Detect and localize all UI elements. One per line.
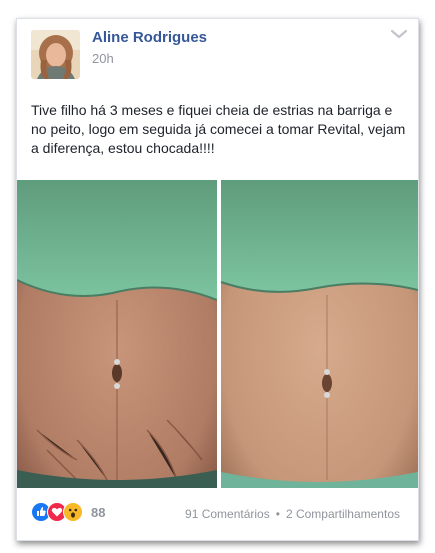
- reactions-summary[interactable]: 88: [31, 502, 105, 522]
- separator-dot: •: [275, 507, 280, 521]
- wow-icon: [63, 502, 83, 522]
- post-stats: 91 Comentários • 2 Compartilhamentos: [185, 507, 400, 521]
- author-name[interactable]: Aline Rodrigues: [92, 29, 207, 46]
- chevron-down-icon[interactable]: [390, 27, 408, 41]
- reaction-count: 88: [91, 504, 106, 520]
- post-footer: 88 91 Comentários • 2 Compartilhamentos: [17, 488, 418, 540]
- shares-link[interactable]: 2 Compartilhamentos: [286, 507, 400, 521]
- post-photo[interactable]: [17, 180, 418, 488]
- comments-link[interactable]: 91 Comentários: [185, 507, 270, 521]
- post-card: Aline Rodrigues 20h Tive filho há 3 mese…: [16, 18, 419, 541]
- post-time[interactable]: 20h: [92, 51, 114, 66]
- post-text: Tive filho há 3 meses e fiquei cheia de …: [31, 102, 406, 156]
- post-header: Aline Rodrigues 20h: [17, 19, 418, 89]
- avatar[interactable]: [31, 30, 80, 79]
